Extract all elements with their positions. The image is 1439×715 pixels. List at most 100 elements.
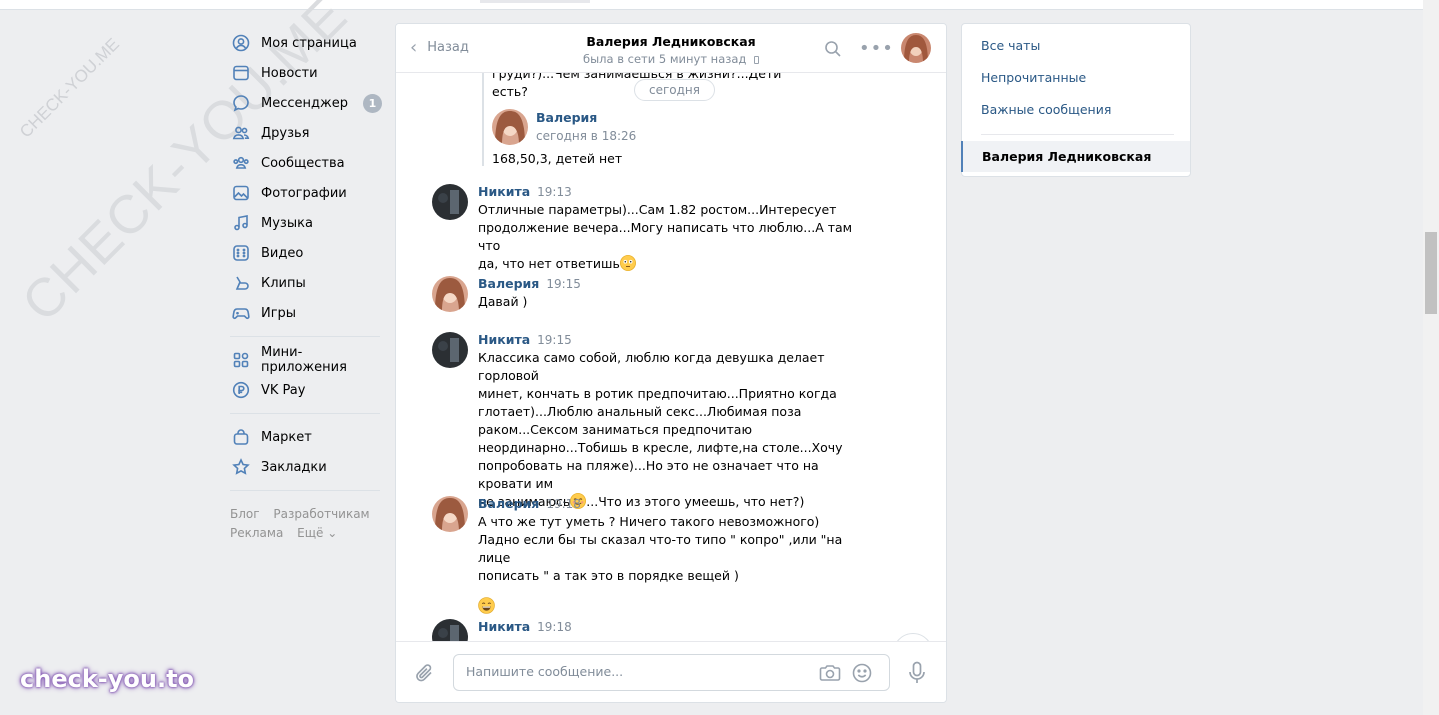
message-composer [396, 641, 946, 702]
scroll-down-button[interactable] [893, 633, 933, 641]
nav-item-friends[interactable]: Друзья [230, 118, 380, 148]
page-scrollbar[interactable] [1423, 0, 1439, 715]
nav-item-news[interactable]: Новости [230, 58, 380, 88]
active-chat-item[interactable]: Валерия Ледниковская [961, 141, 1190, 172]
message[interactable]: Никита 19:13 Отличные параметры)...Сам 1.… [432, 184, 872, 273]
message-author[interactable]: Никита [478, 332, 530, 347]
nav-item-communities[interactable]: Сообщества [230, 148, 380, 178]
message-input-box[interactable] [453, 654, 890, 691]
footer-link-developers[interactable]: Разработчикам [273, 507, 369, 521]
valeria-avatar[interactable] [492, 109, 528, 145]
message-time: 19:18 [546, 497, 581, 511]
message-author[interactable]: Валерия [478, 496, 539, 511]
forwarded-time: сегодня в 18:26 [536, 129, 637, 143]
peer-status-text: была в сети 5 минут назад [582, 52, 747, 66]
nikita-avatar[interactable] [432, 184, 468, 220]
nav-item-bookmarks[interactable]: Закладки [230, 452, 380, 482]
nav-item-clips[interactable]: Клипы [230, 268, 380, 298]
filter-important[interactable]: Важные сообщения [962, 94, 1190, 126]
nikita-avatar[interactable] [432, 332, 468, 368]
watermark-small: CHECK-YOU.ME [16, 34, 123, 142]
nav-label: Видео [261, 245, 304, 261]
chat-header: ‹ Назад Валерия Ледниковская была в сети… [396, 24, 946, 73]
message-author[interactable]: Никита [478, 619, 530, 634]
forwarded-author[interactable]: Валерия [536, 110, 636, 125]
nav-separator [230, 336, 380, 337]
nav-label: Маркет [261, 429, 312, 445]
market-icon [232, 428, 250, 446]
message-text: Отличные параметры)...Сам 1.82 ростом...… [478, 201, 872, 273]
flushed-emoji-icon [619, 255, 636, 271]
forwarded-text: 168,50,3, детей нет [492, 151, 623, 166]
microphone-icon[interactable] [908, 661, 926, 688]
nav-item-video[interactable]: Видео [230, 238, 380, 268]
valeria-avatar[interactable] [432, 496, 468, 532]
nav-item-mini-apps[interactable]: Мини-приложения [230, 345, 380, 375]
chat-filters-panel: Все чаты Непрочитанные Важные сообщения … [961, 23, 1191, 177]
nav-label: Закладки [261, 459, 327, 475]
message[interactable]: Валерия 19:15 Давай ) [432, 276, 872, 312]
valeria-avatar[interactable] [432, 276, 468, 312]
nav-label: Клипы [261, 275, 306, 291]
message-text-body: Классика само собой, люблю когда девушка… [478, 350, 843, 509]
bookmarks-icon [232, 458, 250, 476]
grin-emoji-icon [478, 597, 872, 617]
filter-unread[interactable]: Непрочитанные [962, 62, 1190, 94]
message[interactable]: Никита 19:18 [432, 619, 872, 641]
page-scrollbar-thumb[interactable] [1425, 232, 1437, 314]
message-history[interactable]: сегодня груди?)...Чем занимаешься в жизн… [396, 73, 946, 641]
peer-avatar[interactable] [901, 33, 931, 63]
nav-item-vk-pay[interactable]: VK Pay [230, 375, 380, 405]
nav-label: Друзья [261, 125, 310, 141]
footer-link-ads[interactable]: Реклама [230, 526, 283, 540]
top-bar [0, 0, 1423, 10]
games-icon [232, 304, 250, 322]
nav-label: Мессенджер [261, 95, 348, 111]
mobile-icon [754, 56, 760, 64]
footer-link-blog[interactable]: Блог [230, 507, 260, 521]
video-icon [232, 244, 250, 262]
nav-item-music[interactable]: Музыка [230, 208, 380, 238]
nav-label: Фотографии [261, 185, 347, 201]
nav-item-games[interactable]: Игры [230, 298, 380, 328]
nav-label: Моя страница [261, 35, 357, 51]
nav-label: VK Pay [261, 382, 306, 398]
smile-icon[interactable] [852, 663, 872, 686]
photos-icon [232, 184, 250, 202]
footer-link-more[interactable]: Ещё ⌄ [297, 526, 337, 540]
nav-label: Новости [261, 65, 318, 81]
more-icon[interactable]: ••• [859, 38, 894, 59]
message-time: 19:15 [546, 277, 581, 291]
top-bar-piece [480, 0, 590, 3]
camera-icon[interactable] [819, 663, 841, 686]
message-time: 19:13 [537, 185, 572, 199]
nav-separator [230, 413, 380, 414]
message[interactable]: Никита 19:15 Классика само собой, люблю к… [432, 332, 872, 511]
nav-item-my-page[interactable]: Моя страница [230, 28, 380, 58]
vk-pay-icon [232, 381, 250, 399]
nav-item-photos[interactable]: Фотографии [230, 178, 380, 208]
message-text: Давай ) [478, 294, 528, 309]
message-input[interactable] [466, 664, 806, 679]
message-time: 19:15 [537, 333, 572, 347]
date-divider: сегодня [634, 79, 715, 101]
music-icon [232, 214, 250, 232]
nikita-avatar[interactable] [432, 619, 468, 641]
nav-item-messenger[interactable]: Мессенджер 1 [230, 88, 382, 118]
message[interactable]: Валерия 19:18 А что же тут уметь ? Ничего… [432, 496, 872, 617]
left-nav: Моя страница Новости Мессенджер 1 Друзья… [230, 28, 382, 543]
communities-icon [232, 154, 250, 172]
panel-separator [981, 134, 1174, 135]
news-icon [232, 64, 250, 82]
friends-icon [232, 124, 250, 142]
nav-label: Мини-приложения [261, 345, 347, 375]
chat-panel: ‹ Назад Валерия Ледниковская была в сети… [395, 23, 947, 703]
filter-all-chats[interactable]: Все чаты [962, 30, 1190, 62]
message-author[interactable]: Никита [478, 184, 530, 199]
message-author[interactable]: Валерия [478, 276, 539, 291]
watermark-bottom: check-you.to [20, 665, 195, 693]
search-icon[interactable] [824, 40, 842, 61]
nav-item-market[interactable]: Маркет [230, 422, 380, 452]
attach-icon[interactable] [414, 662, 436, 687]
nav-separator [230, 490, 380, 491]
